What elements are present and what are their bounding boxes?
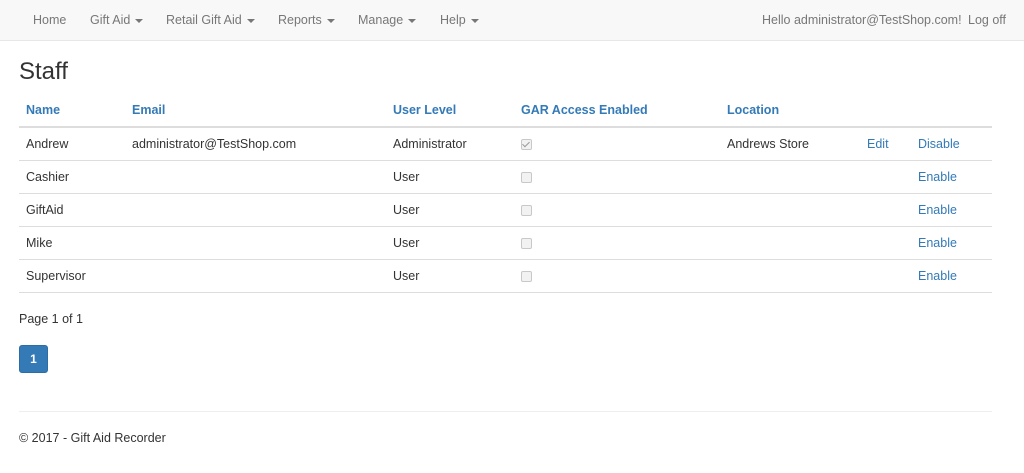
table-row: Supervisor User Enable	[19, 259, 992, 293]
table-row: Cashier User Enable	[19, 160, 992, 194]
cell-name: GiftAid	[19, 193, 125, 227]
gar-access-checkbox	[521, 139, 532, 151]
cell-email	[125, 226, 386, 260]
enable-link[interactable]: Enable	[918, 236, 957, 250]
cell-gar-access	[514, 193, 720, 227]
cell-user-level: User	[386, 226, 514, 260]
cell-gar-access	[514, 160, 720, 194]
cell-user-level: Administrator	[386, 127, 514, 161]
page-button-1[interactable]: 1	[19, 345, 48, 373]
cell-edit	[860, 160, 911, 194]
cell-user-level: User	[386, 160, 514, 194]
table-row: GiftAid User Enable	[19, 193, 992, 227]
cell-action: Enable	[911, 259, 992, 293]
gar-access-checkbox	[521, 172, 532, 184]
nav-help-label: Help	[440, 13, 466, 27]
column-header-gar-access[interactable]: GAR Access Enabled	[514, 93, 720, 128]
caret-down-icon	[408, 18, 417, 23]
gar-access-checkbox	[521, 205, 532, 217]
cell-action: Enable	[911, 160, 992, 194]
edit-link[interactable]: Edit	[867, 137, 889, 151]
table-header-row: Name Email User Level GAR Access Enabled…	[19, 93, 992, 128]
disable-link[interactable]: Disable	[918, 137, 960, 151]
cell-name: Supervisor	[19, 259, 125, 293]
caret-down-icon	[326, 18, 335, 23]
cell-gar-access	[514, 259, 720, 293]
cell-gar-access	[514, 127, 720, 161]
top-navbar: Home Gift Aid Retail Gift Aid Reports Ma…	[0, 0, 1024, 41]
cell-email	[125, 193, 386, 227]
cell-edit: Edit	[860, 127, 911, 161]
column-header-email[interactable]: Email	[125, 93, 386, 128]
footer-divider	[19, 411, 992, 412]
cell-name: Cashier	[19, 160, 125, 194]
cell-edit	[860, 226, 911, 260]
cell-location	[720, 226, 860, 260]
enable-link[interactable]: Enable	[918, 203, 957, 217]
gar-access-checkbox	[521, 271, 532, 283]
nav-manage[interactable]: Manage	[358, 0, 417, 40]
gar-access-checkbox	[521, 238, 532, 250]
staff-table: Name Email User Level GAR Access Enabled…	[19, 93, 992, 293]
caret-down-icon	[135, 18, 144, 23]
cell-email	[125, 259, 386, 293]
table-row: Mike User Enable	[19, 226, 992, 260]
cell-location: Andrews Store	[720, 127, 860, 161]
column-header-name[interactable]: Name	[19, 93, 125, 128]
cell-edit	[860, 259, 911, 293]
table-row: Andrew administrator@TestShop.com Admini…	[19, 127, 992, 161]
cell-edit	[860, 193, 911, 227]
enable-link[interactable]: Enable	[918, 170, 957, 184]
column-header-action	[911, 93, 992, 128]
nav-home-label: Home	[33, 13, 67, 27]
nav-retail-gift-aid[interactable]: Retail Gift Aid	[166, 0, 255, 40]
cell-email	[125, 160, 386, 194]
logoff-link[interactable]: Log off	[968, 0, 1006, 40]
nav-help[interactable]: Help	[440, 0, 479, 40]
caret-down-icon	[470, 18, 479, 23]
pagination-info: Page 1 of 1	[19, 312, 83, 326]
cell-user-level: User	[386, 259, 514, 293]
column-header-user-level[interactable]: User Level	[386, 93, 514, 128]
page-title: Staff	[19, 58, 68, 85]
cell-location	[720, 160, 860, 194]
nav-home[interactable]: Home	[33, 0, 66, 40]
cell-action: Enable	[911, 226, 992, 260]
column-header-location[interactable]: Location	[720, 93, 860, 128]
cell-action: Enable	[911, 193, 992, 227]
cell-location	[720, 193, 860, 227]
nav-retail-gift-aid-label: Retail Gift Aid	[166, 13, 242, 27]
nav-reports[interactable]: Reports	[278, 0, 335, 40]
cell-action: Disable	[911, 127, 992, 161]
caret-down-icon	[246, 18, 255, 23]
column-header-edit	[860, 93, 911, 128]
cell-location	[720, 259, 860, 293]
cell-email: administrator@TestShop.com	[125, 127, 386, 161]
nav-manage-label: Manage	[358, 13, 404, 27]
nav-gift-aid[interactable]: Gift Aid	[90, 0, 144, 40]
enable-link[interactable]: Enable	[918, 269, 957, 283]
footer-copyright: © 2017 - Gift Aid Recorder	[19, 431, 166, 445]
cell-name: Mike	[19, 226, 125, 260]
cell-gar-access	[514, 226, 720, 260]
nav-gift-aid-label: Gift Aid	[90, 13, 131, 27]
nav-reports-label: Reports	[278, 13, 322, 27]
nav-greeting[interactable]: Hello administrator@TestShop.com!	[762, 0, 962, 40]
cell-name: Andrew	[19, 127, 125, 161]
cell-user-level: User	[386, 193, 514, 227]
